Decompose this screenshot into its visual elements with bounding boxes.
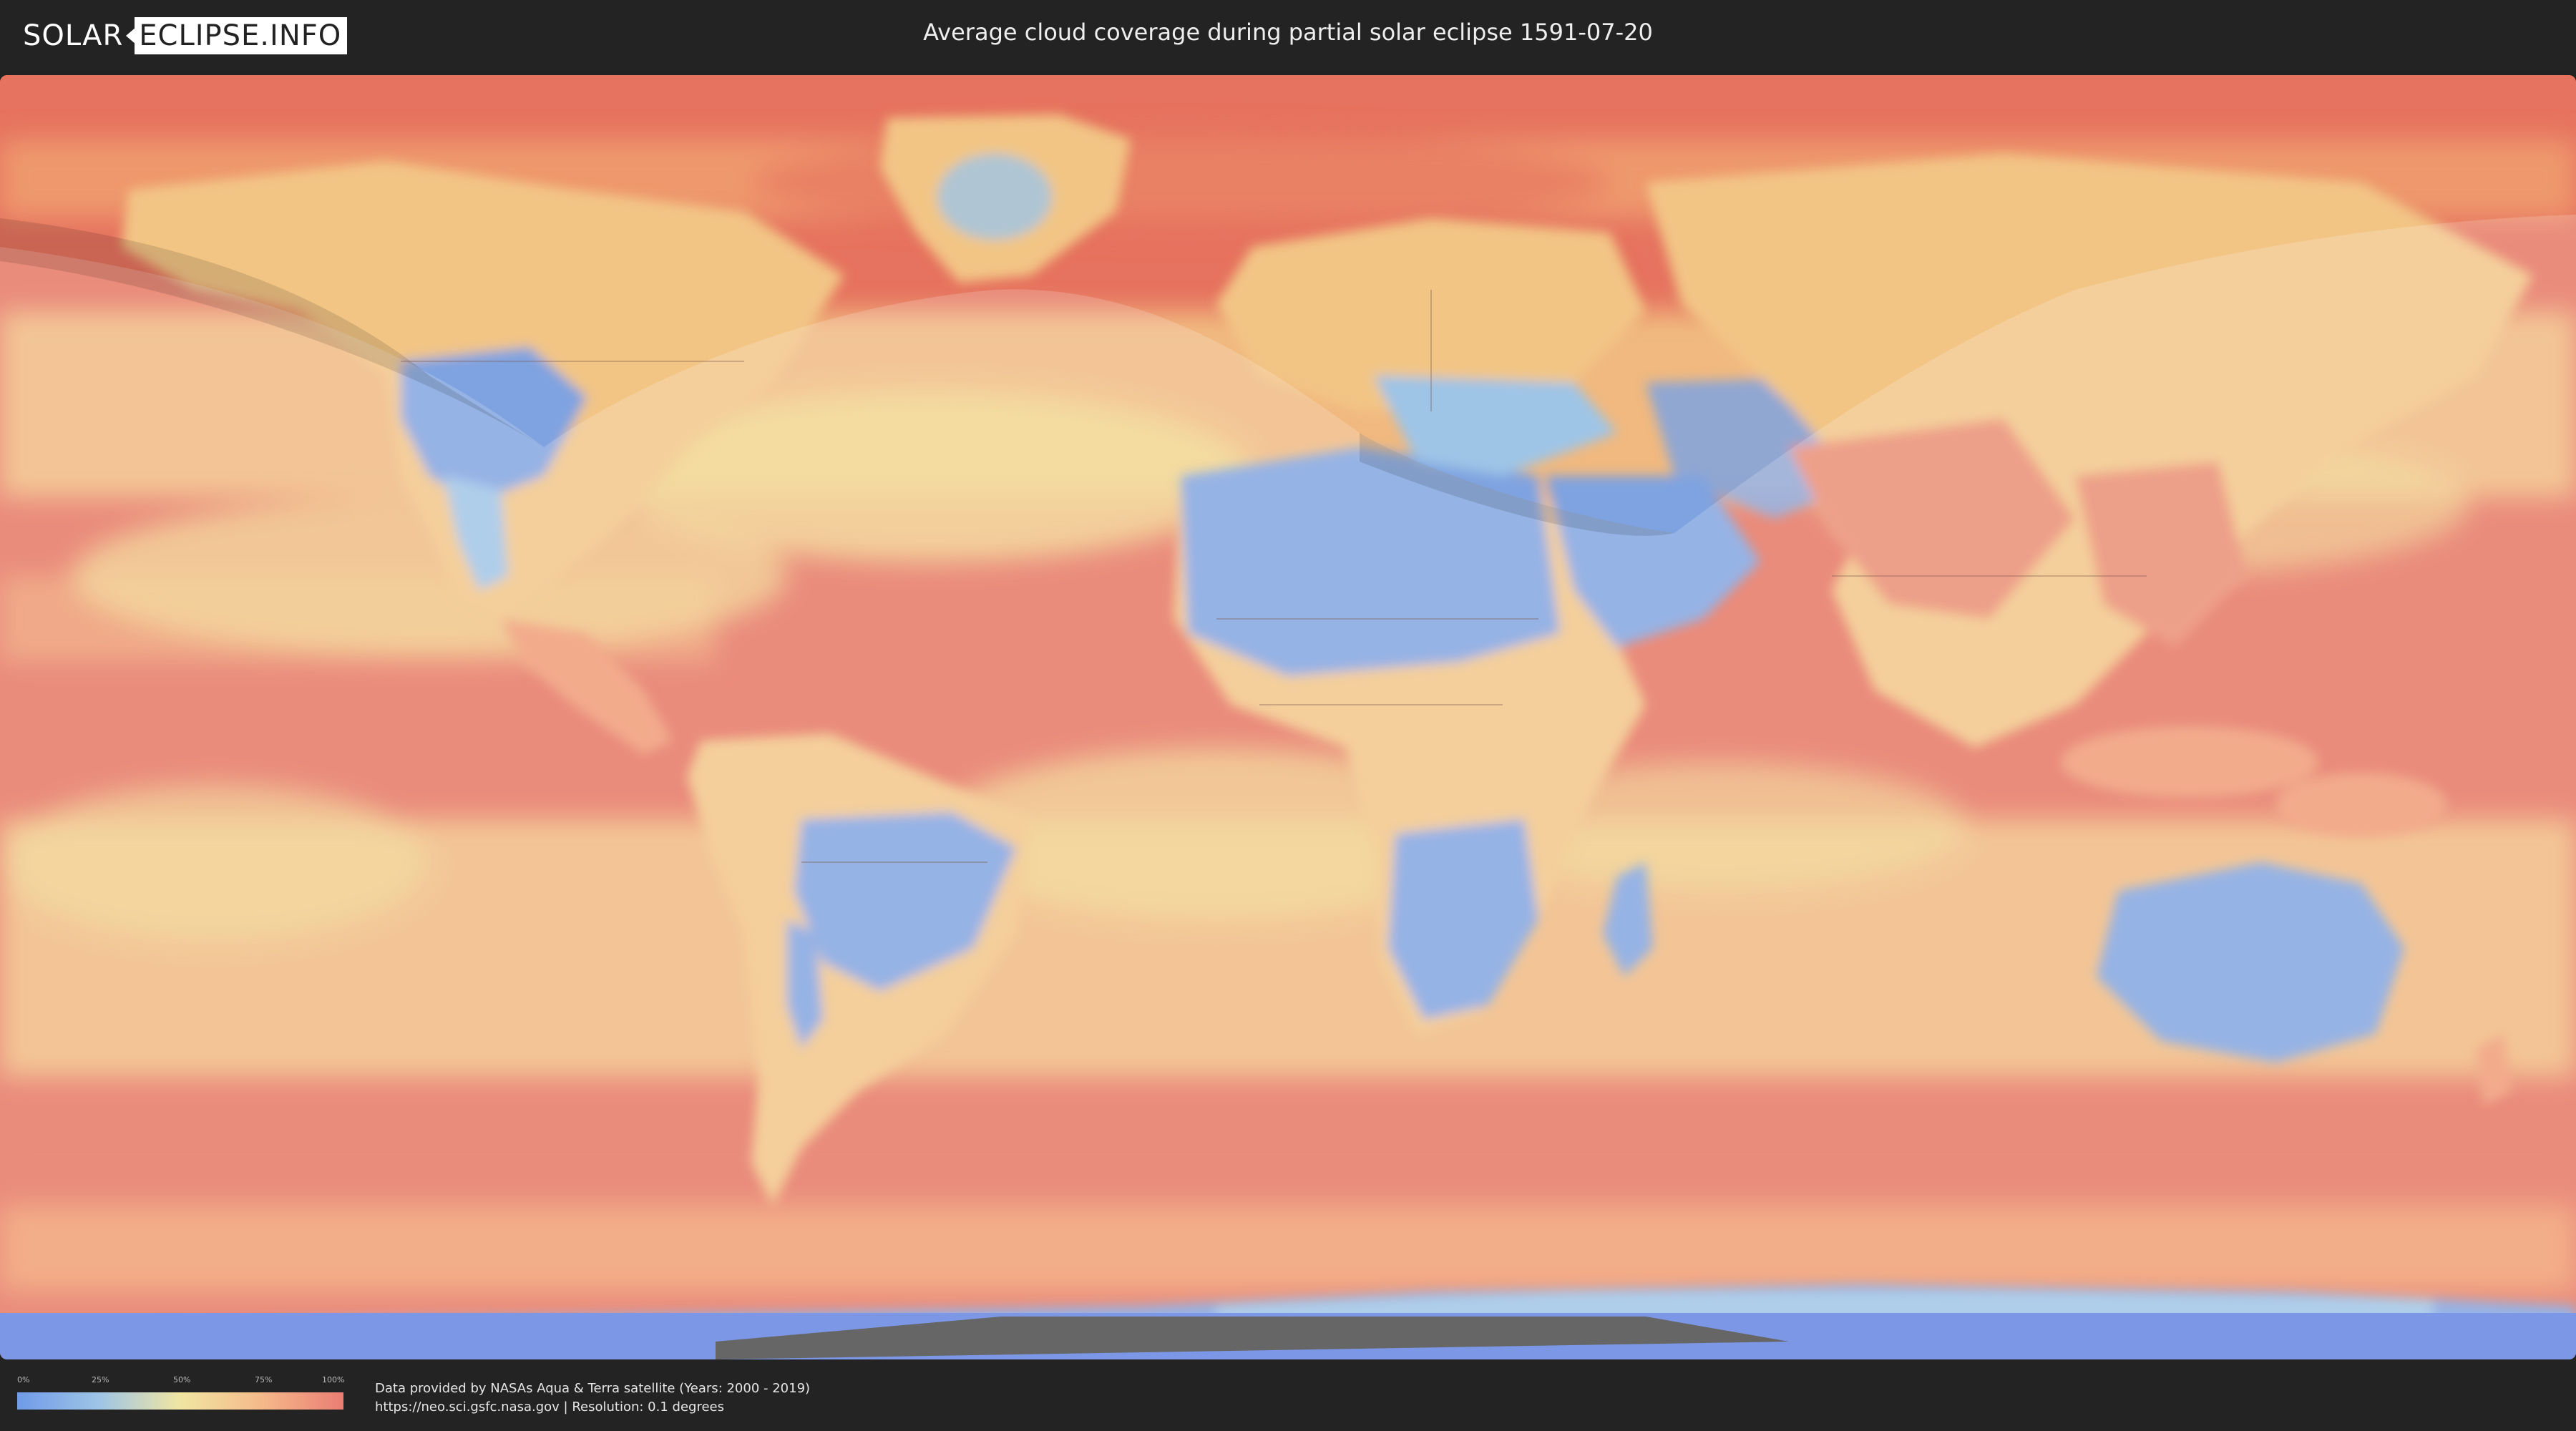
cloud-coverage-legend: 0% 25% 50% 75% 100% (17, 1375, 345, 1415)
legend-tick-75: 75% (255, 1375, 273, 1384)
header-bar: SOLAR ECLIPSE.INFO Average cloud coverag… (0, 0, 2576, 72)
legend-gradient-bar (17, 1392, 343, 1410)
footer-bar: 0% 25% 50% 75% 100% Data provided by NAS… (0, 1359, 2576, 1431)
app-window: SOLAR ECLIPSE.INFO Average cloud coverag… (0, 0, 2576, 1431)
map-canvas (0, 75, 2576, 1359)
legend-tick-25: 25% (92, 1375, 109, 1384)
credit-source: Data provided by NASAs Aqua & Terra sate… (375, 1381, 811, 1396)
page-title: Average cloud coverage during partial so… (923, 19, 1653, 46)
cloud-coverage-map[interactable] (0, 75, 2576, 1359)
legend-tick-100: 100% (322, 1375, 345, 1384)
legend-tick-50: 50% (173, 1375, 191, 1384)
data-credit: Data provided by NASAs Aqua & Terra sate… (375, 1379, 810, 1417)
legend-tick-0: 0% (17, 1375, 30, 1384)
credit-url-resolution[interactable]: https://neo.sci.gsfc.nasa.gov | Resoluti… (375, 1398, 810, 1417)
eclipse-visibility-overlay (0, 215, 2576, 1359)
